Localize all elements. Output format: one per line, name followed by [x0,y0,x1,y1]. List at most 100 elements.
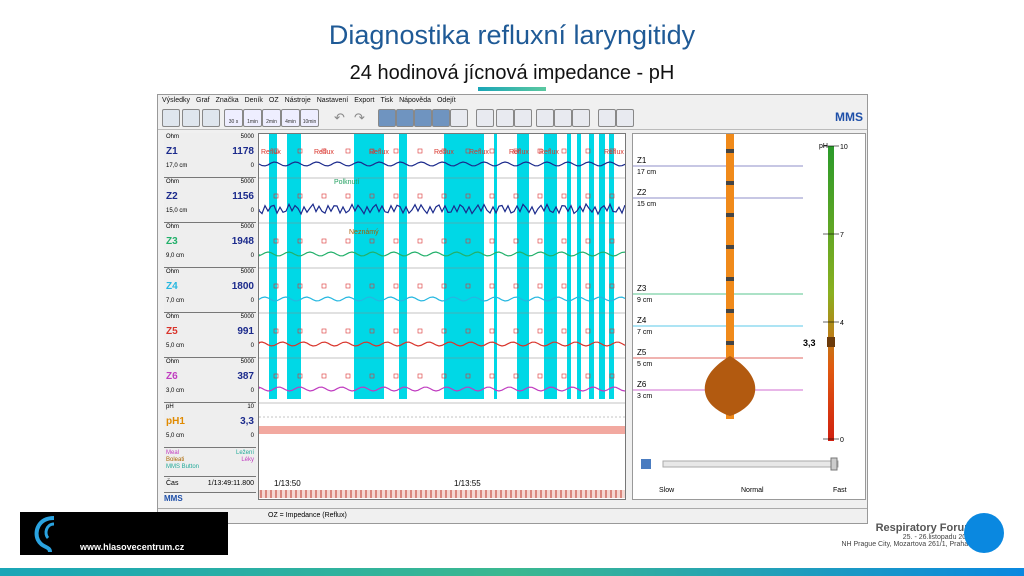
menu-item-8[interactable]: Tisk [380,95,393,107]
speed-slow-label: Slow [659,487,675,494]
mms-small-logo: MMS [164,494,183,503]
event-marker [537,193,543,199]
reflux-band [399,134,407,399]
menu-item-7[interactable]: Export [354,95,374,107]
event-marker [393,328,399,334]
event-marker [345,238,351,244]
forum-info: Respiratory Forum 25. - 26.listopadu 201… [841,522,974,548]
event-marker [321,328,327,334]
event-marker [489,148,495,154]
channel-label-ph1: pH 10 pH1 3,3 5,0 cm 0 [164,403,256,448]
tool-icon-0[interactable] [378,109,396,127]
event-marker [393,283,399,289]
event-marker [345,283,351,289]
sensor-name: Z2 [637,188,647,197]
menu-item-10[interactable]: Odejít [437,95,456,107]
channel-label-z4: Ohm 5000 Z4 1800 7,0 cm 0 [164,268,256,313]
reflux-band [544,134,557,399]
tool-icon-8[interactable] [536,109,554,127]
tool-icon-4[interactable] [450,109,468,127]
event-marker [561,373,567,379]
zoom-button-4[interactable]: 10min [300,109,319,127]
event-marker [489,328,495,334]
event-marker [561,193,567,199]
event-marker [489,238,495,244]
menu-item-1[interactable]: Graf [196,95,210,107]
tool-icon-12[interactable] [616,109,634,127]
reflux-band [287,134,301,399]
event-marker [537,283,543,289]
event-marker [393,373,399,379]
unknown-annotation: Neznámý [349,229,379,236]
event-marker [345,148,351,154]
speed-normal-label: Normal [741,487,764,494]
event-marker [393,148,399,154]
zoom-button-3[interactable]: 4min [281,109,300,127]
sensor-cm: 7 cm [637,329,652,336]
event-marker [417,283,423,289]
time-tick: 1/13:50 [274,479,301,488]
catheter-ring [726,213,734,217]
ph-tick-label: 10 [840,144,848,151]
status-bar: OZ = Impedance (Reflux) [158,508,867,523]
zoom-button-2[interactable]: 2min [262,109,281,127]
tool-icon-9[interactable] [554,109,572,127]
event-marker [321,193,327,199]
channel-label-z2: Ohm 5000 Z2 1156 15,0 cm 0 [164,178,256,223]
sensor-name: Z6 [637,380,647,389]
bottom-accent-bar [0,568,1024,576]
undo-icon[interactable]: ↶ [334,109,350,125]
tool-icon-7[interactable] [514,109,532,127]
speed-slider-track [662,460,839,468]
menu-item-9[interactable]: Nápověda [399,95,431,107]
toolbar-button-0[interactable] [162,109,180,127]
tool-icon-6[interactable] [496,109,514,127]
reflux-band [609,134,614,399]
event-marker [393,193,399,199]
tool-icon-3[interactable] [432,109,450,127]
menu-item-0[interactable]: Výsledky [162,95,190,107]
menu-item-5[interactable]: Nástroje [285,95,311,107]
redo-icon[interactable]: ↷ [354,109,370,125]
tool-icon-5[interactable] [476,109,494,127]
event-marker [561,328,567,334]
tool-icon-11[interactable] [598,109,616,127]
tool-icon-2[interactable] [414,109,432,127]
zoom-button-1[interactable]: 1min [243,109,262,127]
event-marker [489,283,495,289]
menu-item-4[interactable]: OZ [269,95,279,107]
reflux-annotation: Reflux [469,149,489,156]
sensor-cm: 15 cm [637,201,656,208]
catheter-ring [726,341,734,345]
mms-logo: MMS [835,110,863,124]
event-marker [537,328,543,334]
status-text: OZ = Impedance (Reflux) [268,512,347,519]
tool-icon-10[interactable] [572,109,590,127]
play-button [641,459,651,469]
event-marker [417,193,423,199]
tracing-plot[interactable]: Reflux Reflux Reflux Reflux Reflux Reflux Refl… [258,133,626,500]
time-readout: Čas 1/13:49:11.800 [164,478,256,493]
reflux-annotation: Reflux [369,149,389,156]
event-marker [489,193,495,199]
event-marker [393,238,399,244]
toolbar-button-1[interactable] [182,109,200,127]
menu-item-6[interactable]: Nastavení [317,95,349,107]
menu-item-2[interactable]: Značka [216,95,239,107]
zoom-button-0[interactable]: 30 s [224,109,243,127]
sensor-name: Z3 [637,284,647,293]
sensor-name: Z5 [637,348,647,357]
ph-sensor-bulb [704,356,756,416]
sensor-cm: 3 cm [637,393,652,400]
reflux-band [269,134,277,399]
timeline-bar [259,490,625,498]
sensor-name: Z1 [637,156,647,165]
tool-icon-1[interactable] [396,109,414,127]
menu-item-3[interactable]: Deník [245,95,263,107]
slide-subtitle: 24 hodinová jícnová impedance - pH [349,62,675,84]
channel-label-z3: Ohm 5000 Z3 1948 9,0 cm 0 [164,223,256,268]
toolbar-button-2[interactable] [202,109,220,127]
website-url: www.hlasovecentrum.cz [80,542,185,552]
forum-place: NH Prague City, Mozartova 261/1, Praha 5 [841,541,974,548]
ph-band [259,426,625,434]
